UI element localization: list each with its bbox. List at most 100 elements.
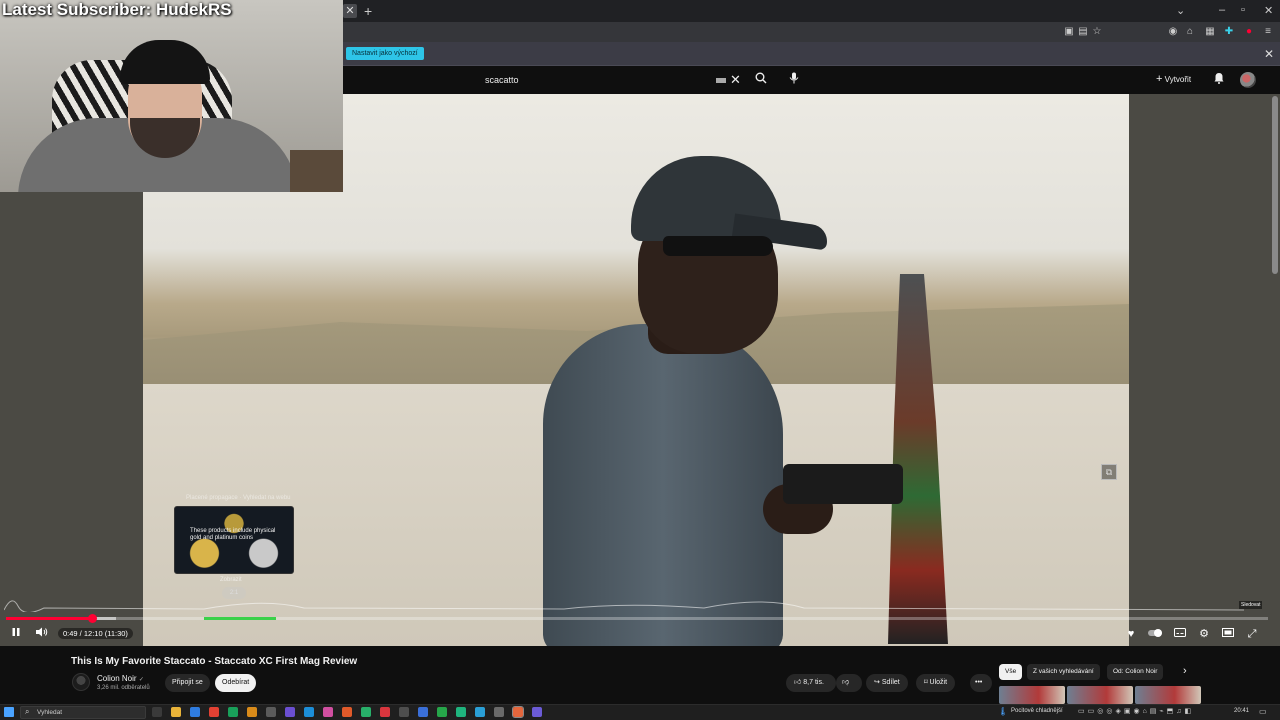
app-icon[interactable] <box>361 707 371 717</box>
search-input[interactable]: scacatto <box>479 71 745 89</box>
menu-icon[interactable]: ≡ <box>1262 26 1274 38</box>
share-button[interactable]: ↪ Sdílet <box>866 674 908 692</box>
share-label: Sdílet <box>881 679 900 686</box>
theater-mode-icon[interactable] <box>1220 626 1236 642</box>
progress-scrubber[interactable] <box>88 614 97 623</box>
taskbar-search-input[interactable]: Vyhledat <box>20 706 146 719</box>
miniplayer-icon[interactable]: ⧉ <box>1101 464 1117 480</box>
dislike-button[interactable]: 👎︎ <box>836 674 862 692</box>
new-tab-icon[interactable]: + <box>364 3 372 19</box>
app-icon[interactable] <box>456 707 466 717</box>
save-button[interactable]: ⌑ Uložit <box>916 674 956 692</box>
task-view-icon[interactable] <box>152 707 162 717</box>
bookmark-star-icon[interactable]: ☆ <box>1091 26 1103 38</box>
chip-from-channel[interactable]: Od: Colion Noir <box>1107 664 1164 680</box>
card-caption: Placené propagace · Vyhledat na webu <box>186 495 291 501</box>
create-button[interactable]: + Vytvořit <box>1156 73 1191 85</box>
more-actions-button[interactable]: ••• <box>970 674 992 692</box>
notification-icon[interactable]: ▭ <box>1259 707 1267 716</box>
extension-icon[interactable]: ◉ <box>1167 26 1179 38</box>
volume-icon[interactable] <box>34 626 50 642</box>
subtitles-icon[interactable] <box>1172 626 1188 642</box>
thumbs-down-icon: 👎︎ <box>842 679 850 686</box>
keyboard-icon[interactable] <box>716 78 726 83</box>
search-clear-icon[interactable]: ✕ <box>730 72 741 88</box>
extensions-badge-icon[interactable]: ▦ <box>1204 26 1216 38</box>
app-icon[interactable] <box>323 707 333 717</box>
app-icon[interactable] <box>380 707 390 717</box>
app-icon[interactable] <box>304 707 314 717</box>
app-icon[interactable] <box>437 707 447 717</box>
subscribe-button[interactable]: Odebírat <box>215 674 257 692</box>
subscribe-watermark[interactable]: Sledovat <box>1239 601 1263 609</box>
share-icon: ↪ <box>874 679 880 686</box>
bell-icon[interactable] <box>1210 71 1228 89</box>
set-default-button[interactable]: Nastavit jako výchozí <box>346 47 424 60</box>
bookmark-icon: ⌑ <box>924 679 928 686</box>
audio-waveform <box>4 600 1244 612</box>
recommended-thumbnail[interactable] <box>1067 686 1133 704</box>
progress-played <box>6 617 92 620</box>
windows-start-icon[interactable] <box>4 707 14 717</box>
taskbar-clock[interactable]: 20:41 <box>1234 708 1249 714</box>
heatmap-segment <box>204 617 276 620</box>
chip-all[interactable]: Vše <box>999 664 1023 680</box>
chapter-icon[interactable]: ♥ <box>1123 626 1139 642</box>
verified-icon: ✓ <box>138 677 144 683</box>
weather-icon[interactable]: 🌡︎ <box>998 707 1008 716</box>
search-icon[interactable] <box>752 71 770 89</box>
chip-from-searches[interactable]: Z vašich vyhledávání <box>1027 664 1100 680</box>
file-explorer-icon[interactable] <box>171 707 181 717</box>
create-label: Vytvořit <box>1164 75 1192 84</box>
app-icon[interactable] <box>494 707 504 717</box>
recommended-thumbnail[interactable] <box>999 686 1065 704</box>
channel-name-text: Colion Noir <box>97 674 137 683</box>
app-icon[interactable] <box>285 707 295 717</box>
screenshot-icon[interactable]: ▣ <box>1063 26 1075 38</box>
minimize-icon[interactable]: – <box>1219 4 1225 16</box>
window-close-icon[interactable]: ✕ <box>1264 4 1273 17</box>
app-icon[interactable] <box>399 707 409 717</box>
time-display: 0:49 / 12:10 (11:30) <box>58 628 133 639</box>
page-scrollbar[interactable] <box>1272 96 1278 274</box>
tab-list-icon[interactable]: ⌄ <box>1176 4 1185 17</box>
video-title: This Is My Favorite Staccato - Staccato … <box>71 656 358 667</box>
webcam-shelf <box>290 150 343 192</box>
microphone-icon[interactable] <box>785 71 803 89</box>
puzzle-icon[interactable]: ✚ <box>1223 26 1235 38</box>
tray-icons[interactable]: ▭▭◎◎◈▣◉⌂▤⌁⬒♫◧ <box>1078 707 1194 715</box>
app-icon[interactable] <box>532 707 542 717</box>
channel-name[interactable]: Colion Noir ✓ <box>97 674 144 683</box>
home-icon[interactable]: ⌂ <box>1184 26 1196 38</box>
tab-close-icon[interactable]: ✕ <box>343 4 357 18</box>
fullscreen-icon[interactable]: ⤢ <box>1244 626 1260 642</box>
maximize-icon[interactable]: ▫ <box>1241 4 1245 16</box>
account-avatar[interactable] <box>1240 72 1256 88</box>
pause-icon[interactable] <box>8 626 24 642</box>
taskbar-weather[interactable]: Pocitově chladnější <box>1011 708 1063 714</box>
app-icon[interactable] <box>342 707 352 717</box>
app-icon[interactable] <box>247 707 257 717</box>
chrome-icon[interactable] <box>209 707 219 717</box>
join-button[interactable]: Připojit se <box>165 674 210 692</box>
video-pistol <box>783 464 903 504</box>
plus-icon: + <box>1156 73 1163 85</box>
reader-icon[interactable]: ▤ <box>1077 26 1089 38</box>
progress-bar[interactable] <box>6 617 1268 620</box>
channel-avatar[interactable] <box>72 673 90 691</box>
like-button[interactable]: 👍︎ 8,7 tis. <box>786 674 836 692</box>
edge-icon[interactable] <box>190 707 200 717</box>
record-icon[interactable]: ● <box>1243 26 1255 38</box>
card-label: Zobrazit <box>220 577 242 583</box>
chevron-right-icon[interactable]: › <box>1183 665 1187 677</box>
app-icon[interactable] <box>475 707 485 717</box>
app-icon[interactable] <box>418 707 428 717</box>
app-icon[interactable] <box>228 707 238 717</box>
recommended-thumbnail[interactable] <box>1135 686 1201 704</box>
browser-app-icon[interactable] <box>512 706 524 718</box>
autoplay-toggle-icon[interactable] <box>1147 626 1163 642</box>
settings-gear-icon[interactable]: ⚙ <box>1196 626 1212 642</box>
save-label: Uložit <box>929 679 948 686</box>
app-icon[interactable] <box>266 707 276 717</box>
infobar-close-icon[interactable]: ✕ <box>1264 47 1274 61</box>
